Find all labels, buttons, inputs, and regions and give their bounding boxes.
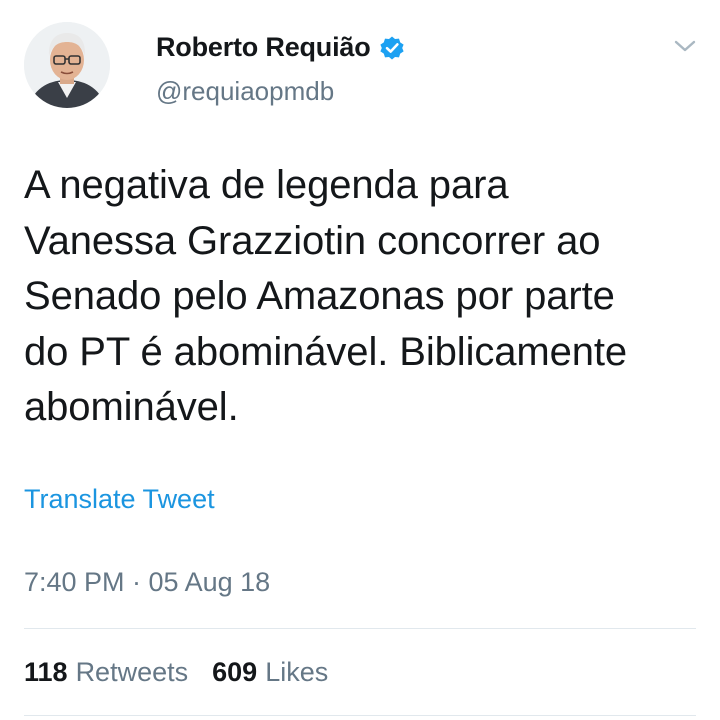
tweet-text: A negativa de legenda para Vanessa Grazz…	[24, 163, 628, 429]
author-handle[interactable]: @requiaopmdb	[156, 76, 334, 107]
avatar[interactable]	[24, 22, 110, 108]
author-name[interactable]: Roberto Requião	[156, 32, 371, 63]
retweets-count: 118	[24, 657, 68, 687]
likes-stat[interactable]: 609 Likes	[212, 657, 328, 688]
retweets-stat[interactable]: 118 Retweets	[24, 657, 188, 688]
author-name-row[interactable]: Roberto Requião	[156, 32, 405, 63]
retweets-label: Retweets	[75, 657, 189, 687]
verified-badge-icon	[379, 35, 405, 61]
tweet-timestamp[interactable]: 7:40 PM · 05 Aug 18	[24, 567, 270, 598]
chevron-down-icon[interactable]	[672, 36, 698, 56]
translate-tweet-link[interactable]: Translate Tweet	[24, 484, 215, 515]
likes-count: 609	[212, 657, 258, 687]
tweet-stats: 118 Retweets 609 Likes	[24, 657, 328, 688]
likes-label: Likes	[265, 657, 329, 687]
divider	[24, 628, 696, 629]
tweet-card: Roberto Requião @requiaopmdb A negativa …	[0, 0, 720, 720]
divider	[24, 715, 696, 716]
